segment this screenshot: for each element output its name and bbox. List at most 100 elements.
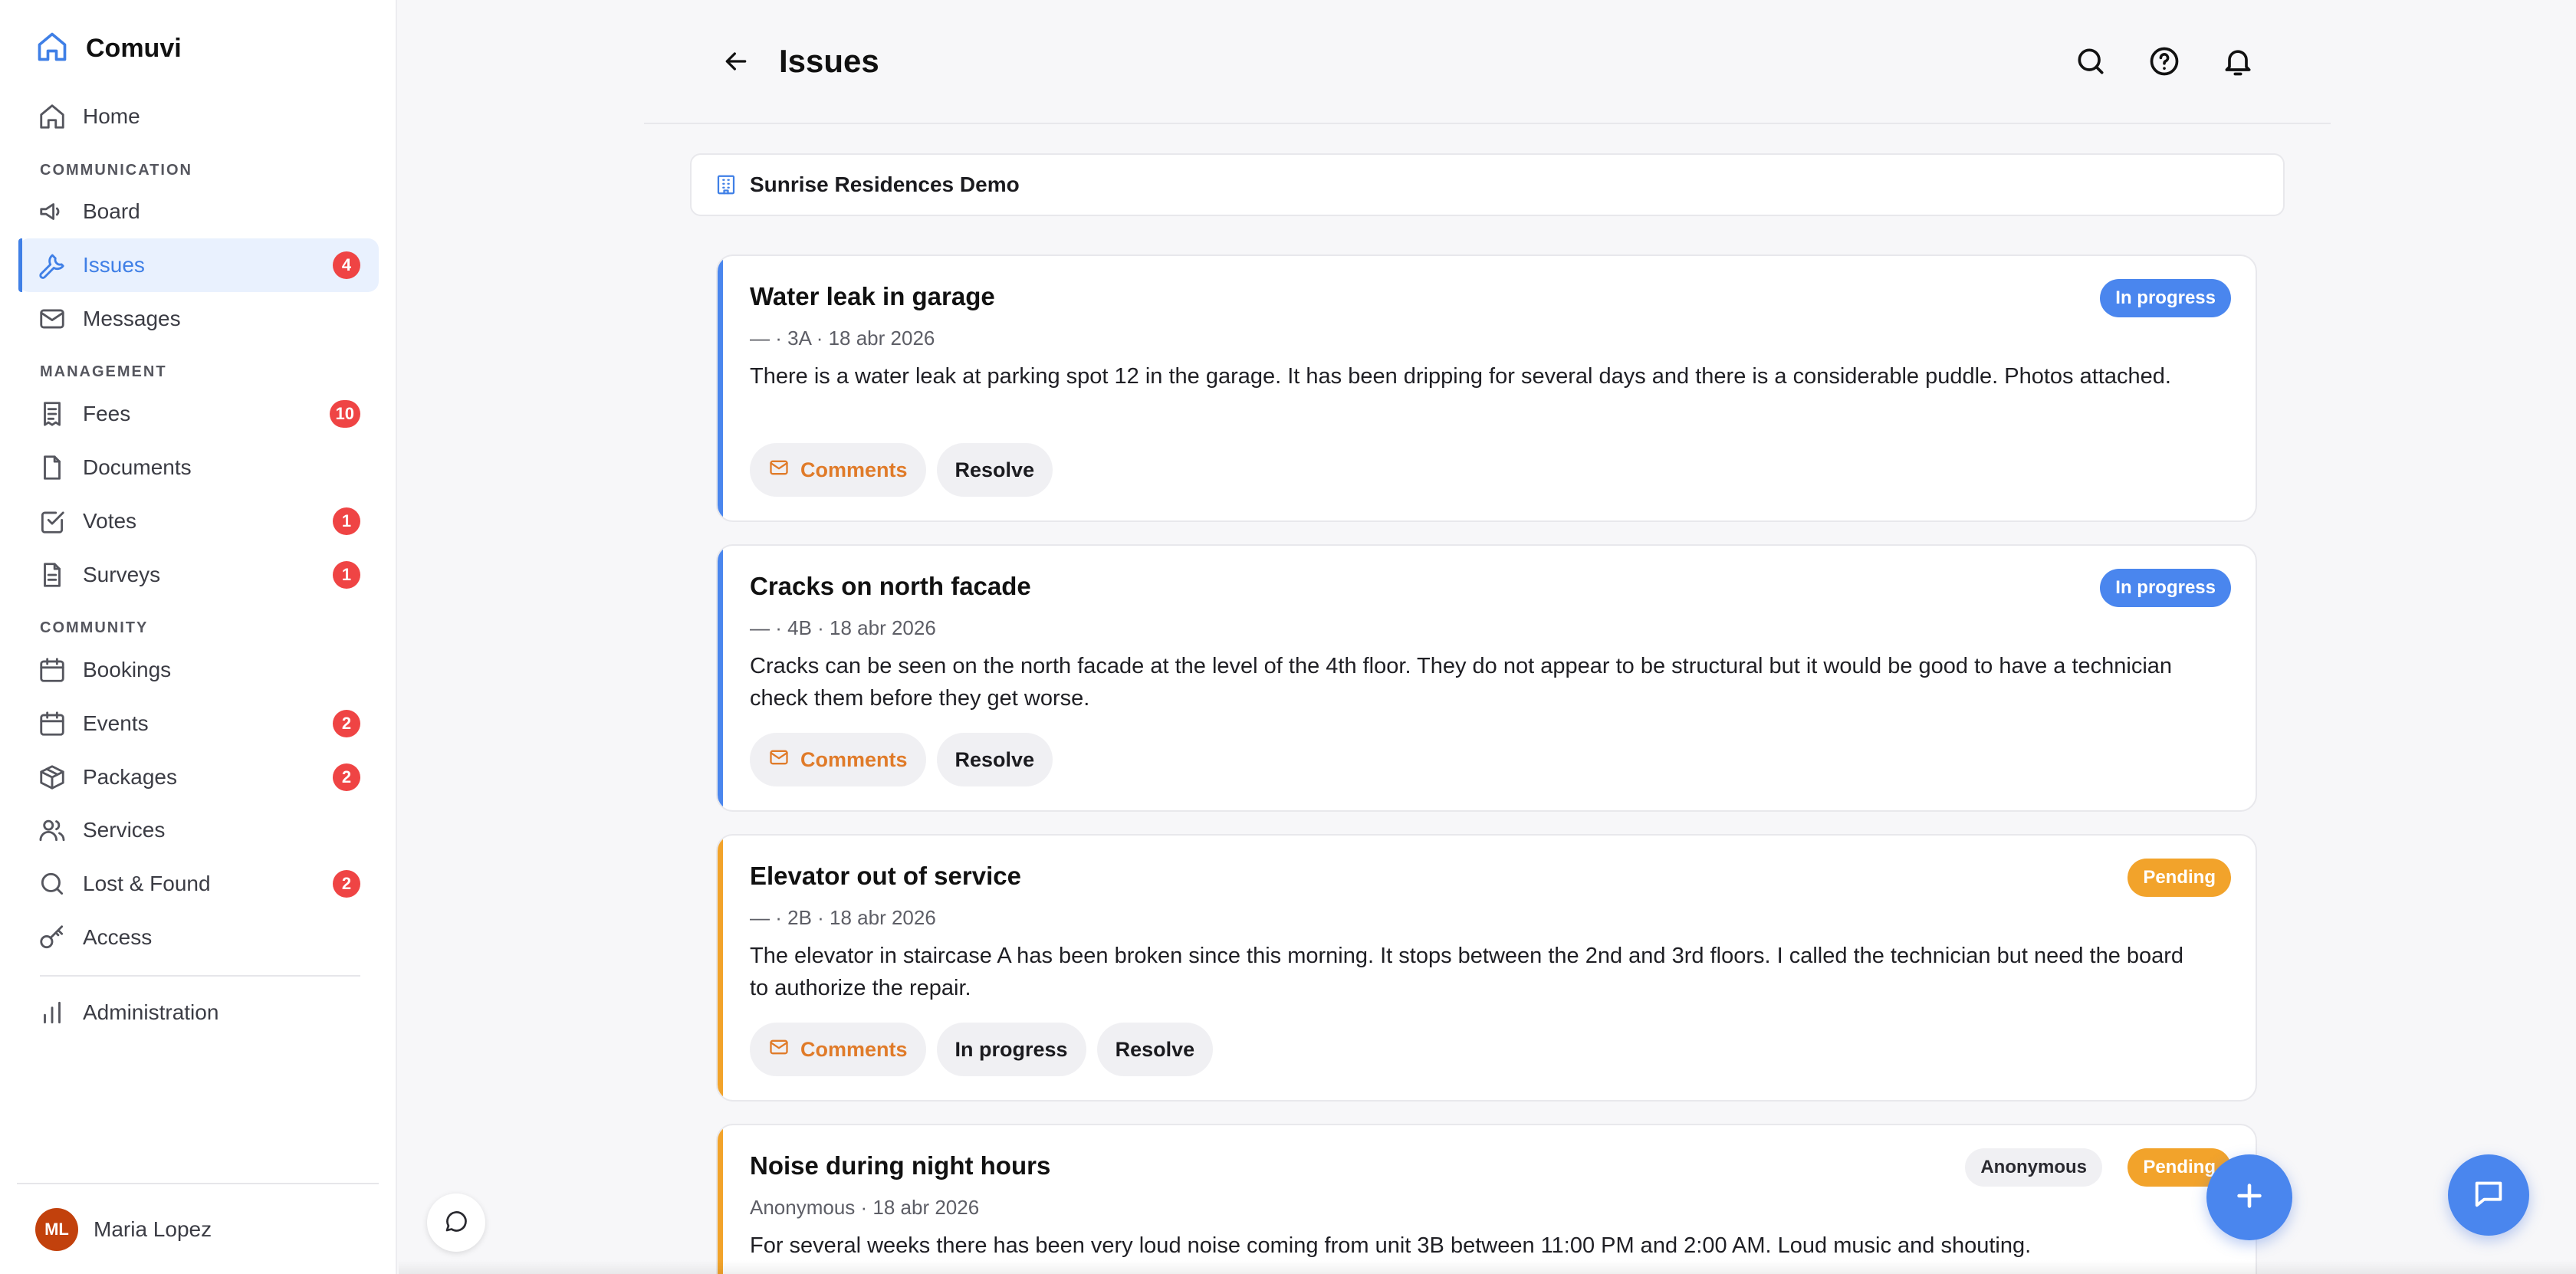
bar-chart-icon <box>35 996 69 1029</box>
issue-meta: Anonymous · 18 abr 2026 <box>750 1196 980 1219</box>
brand[interactable]: Comuvi <box>35 29 182 68</box>
status-badge: In progress <box>2100 569 2231 607</box>
comments-button[interactable]: Comments <box>750 443 926 497</box>
status-accent-bar <box>718 546 723 810</box>
arrow-left-icon <box>721 46 751 80</box>
home-icon <box>35 100 69 133</box>
help-circle-icon <box>2147 44 2181 82</box>
sidebar-item-surveys[interactable]: Surveys 1 <box>18 548 379 602</box>
search-icon <box>35 867 69 901</box>
issue-title: Elevator out of service <box>750 862 1021 890</box>
sidebar-item-label: Board <box>83 199 140 223</box>
mail-icon <box>768 457 790 484</box>
issue-card[interactable]: Cracks on north facade In progress — · 4… <box>716 544 2257 812</box>
mail-icon <box>768 747 790 773</box>
sidebar-item-packages[interactable]: Packages 2 <box>18 750 379 804</box>
count-badge: 4 <box>333 251 360 279</box>
sidebar-item-lost-found[interactable]: Lost & Found 2 <box>18 857 379 911</box>
sidebar-item-fees[interactable]: Fees 10 <box>18 387 379 441</box>
sidebar-item-label: Issues <box>83 253 145 277</box>
issue-card[interactable]: Noise during night hours Anonymous Pendi… <box>716 1124 2257 1274</box>
section-title-management: MANAGEMENT <box>40 363 167 380</box>
feedback-chat-button[interactable] <box>427 1194 485 1252</box>
property-name: Sunrise Residences Demo <box>750 172 1020 196</box>
new-issue-button[interactable] <box>2206 1154 2292 1240</box>
sidebar-item-label: Bookings <box>83 658 172 681</box>
resolve-button[interactable]: Resolve <box>936 443 1053 497</box>
sidebar-item-label: Events <box>83 711 149 735</box>
user-profile[interactable]: ML Maria Lopez <box>35 1208 212 1251</box>
issue-meta: — · 3A · 18 abr 2026 <box>750 327 935 350</box>
issue-meta: — · 4B · 18 abr 2026 <box>750 616 936 639</box>
status-badge: Pending <box>2128 859 2231 897</box>
sidebar-item-label: Services <box>83 818 166 842</box>
file-icon <box>35 451 69 484</box>
search-icon <box>2074 44 2108 82</box>
sidebar-item-home[interactable]: Home <box>18 90 379 143</box>
sidebar-item-label: Lost & Found <box>83 872 211 895</box>
issue-card[interactable]: Water leak in garage In progress — · 3A … <box>716 254 2257 522</box>
back-button[interactable] <box>718 44 754 81</box>
sidebar-item-access[interactable]: Access <box>18 911 379 964</box>
mark-in-progress-button[interactable]: In progress <box>936 1023 1086 1076</box>
sidebar-item-board[interactable]: Board <box>18 185 379 238</box>
status-accent-bar <box>718 836 723 1100</box>
sidebar-divider <box>40 975 360 977</box>
issue-description: For several weeks there has been very lo… <box>750 1233 2032 1258</box>
calendar-icon <box>35 707 69 740</box>
sidebar-item-bookings[interactable]: Bookings <box>18 643 379 697</box>
sidebar-item-administration[interactable]: Administration <box>18 986 379 1039</box>
page-header: Issues <box>644 0 2331 124</box>
comments-button[interactable]: Comments <box>750 733 926 786</box>
status-badge: In progress <box>2100 279 2231 317</box>
chat-button[interactable] <box>2448 1154 2529 1236</box>
sidebar-item-label: Home <box>83 104 140 128</box>
issue-card[interactable]: Elevator out of service Pending — · 2B ·… <box>716 834 2257 1102</box>
count-badge: 2 <box>333 870 360 898</box>
issue-actions: Comments Resolve <box>750 733 1053 786</box>
property-selector[interactable]: Sunrise Residences Demo <box>690 153 2285 216</box>
mail-icon <box>35 302 69 336</box>
sidebar-item-label: Access <box>83 925 153 949</box>
search-button[interactable] <box>2071 43 2111 83</box>
anonymous-badge: Anonymous <box>1965 1148 2102 1187</box>
comments-label: Comments <box>800 1037 908 1061</box>
sidebar-item-label: Fees <box>83 402 131 425</box>
bell-icon <box>2221 44 2255 82</box>
plus-icon <box>2232 1178 2267 1217</box>
notifications-button[interactable] <box>2218 43 2258 83</box>
package-icon <box>35 760 69 794</box>
sidebar-item-events[interactable]: Events 2 <box>18 697 379 750</box>
issue-meta: — · 2B · 18 abr 2026 <box>750 906 936 929</box>
comments-label: Comments <box>800 747 908 771</box>
sidebar-item-votes[interactable]: Votes 1 <box>18 494 379 548</box>
comments-button[interactable]: Comments <box>750 1023 926 1076</box>
count-badge: 2 <box>333 710 360 737</box>
sidebar-item-issues[interactable]: Issues 4 <box>18 238 379 292</box>
mail-icon <box>768 1036 790 1063</box>
megaphone-icon <box>35 195 69 228</box>
sidebar-item-documents[interactable]: Documents <box>18 441 379 494</box>
help-button[interactable] <box>2144 43 2184 83</box>
user-name: Maria Lopez <box>94 1217 212 1241</box>
sidebar-item-messages[interactable]: Messages <box>18 292 379 346</box>
issue-title: Cracks on north facade <box>750 572 1031 600</box>
chat-bubble-icon <box>442 1207 470 1239</box>
scroll-fade <box>399 1260 2576 1274</box>
issue-description: Cracks can be seen on the north facade a… <box>750 654 2173 711</box>
chat-bubble-icon <box>2471 1176 2506 1215</box>
app-name: Comuvi <box>86 34 182 63</box>
checkbox-icon <box>35 504 69 538</box>
sidebar-item-services[interactable]: Services <box>18 803 379 857</box>
sidebar-item-label: Documents <box>83 455 192 479</box>
resolve-button[interactable]: Resolve <box>1096 1023 1214 1076</box>
count-badge: 2 <box>333 763 360 791</box>
section-title-communication: COMMUNICATION <box>40 162 192 179</box>
clipboard-icon <box>35 558 69 592</box>
issue-actions: Comments Resolve <box>750 443 1053 497</box>
key-icon <box>35 921 69 954</box>
resolve-button[interactable]: Resolve <box>936 733 1053 786</box>
issue-actions: Comments In progress Resolve <box>750 1023 1214 1076</box>
building-icon <box>713 172 739 198</box>
sidebar-divider <box>17 1183 379 1184</box>
